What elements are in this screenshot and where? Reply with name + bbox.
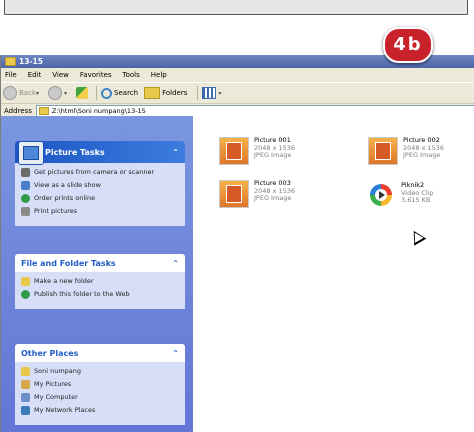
jpeg-thumbnail-icon	[368, 137, 398, 165]
task-publish-web[interactable]: Publish this folder to the Web	[21, 290, 179, 299]
computer-icon	[21, 393, 30, 402]
place-label: My Network Places	[34, 406, 96, 414]
address-path: Z:\html\Soni numpang\13-15	[51, 106, 146, 115]
picture-tasks-title: Picture Tasks	[45, 147, 105, 157]
toolbar-separator	[96, 86, 98, 100]
other-places-panel: Other Places ⌃ Soni numpang My Pictures …	[15, 344, 185, 425]
jpeg-thumbnail-icon	[219, 180, 249, 208]
folder-icon	[38, 106, 49, 115]
other-places-header[interactable]: Other Places ⌃	[15, 344, 185, 362]
place-my-pictures[interactable]: My Pictures	[21, 380, 179, 389]
file-item[interactable]: Piknik2 Video Clip 3,615 KB	[368, 181, 434, 208]
globe-icon	[21, 290, 30, 299]
folder-icon	[21, 367, 30, 376]
file-list: Picture 001 2048 x 1536 JPEG Image Pictu…	[193, 116, 474, 432]
menu-tools[interactable]: Tools	[123, 71, 140, 79]
picture-tasks-panel: Picture Tasks ⌃ Get pictures from camera…	[15, 141, 185, 226]
other-places-title: Other Places	[21, 348, 79, 358]
folders-button[interactable]: Folders	[144, 87, 187, 99]
file-item[interactable]: Picture 003 2048 x 1536 JPEG Image	[219, 179, 295, 208]
task-pane: Picture Tasks ⌃ Get pictures from camera…	[1, 116, 193, 432]
collapse-icon[interactable]: ⌃	[172, 148, 179, 157]
place-label: My Pictures	[34, 380, 72, 388]
new-folder-icon	[21, 277, 30, 286]
menu-favorites[interactable]: Favorites	[80, 71, 112, 79]
collapse-icon[interactable]: ⌃	[172, 349, 179, 358]
task-label: Print pictures	[34, 207, 78, 215]
window-title: 13-15	[19, 57, 43, 66]
place-label: Soni numpang	[34, 367, 82, 375]
file-item[interactable]: Picture 002 2048 x 1536 JPEG Image	[368, 136, 444, 165]
previous-window-strip	[0, 0, 474, 20]
views-button[interactable]: ▾	[202, 87, 224, 99]
task-print-pictures[interactable]: Print pictures	[21, 207, 179, 216]
task-label: Get pictures from camera or scanner	[34, 168, 155, 176]
back-arrow-icon	[3, 86, 17, 100]
menu-view[interactable]: View	[52, 71, 69, 79]
camera-icon	[21, 168, 30, 177]
globe-icon	[21, 194, 30, 203]
network-icon	[21, 406, 30, 415]
folder-icon	[5, 57, 16, 66]
up-folder-icon[interactable]	[76, 87, 89, 99]
place-network[interactable]: My Network Places	[21, 406, 179, 415]
address-field[interactable]: Z:\html\Soni numpang\13-15	[35, 104, 474, 117]
menu-file[interactable]: File	[5, 71, 17, 79]
search-icon	[101, 87, 113, 99]
search-button[interactable]: Search	[101, 87, 139, 99]
printer-icon	[21, 207, 30, 216]
explorer-window: 13-15 File Edit View Favorites Tools Hel…	[0, 55, 474, 432]
file-folder-tasks-panel: File and Folder Tasks ⌃ Make a new folde…	[15, 254, 185, 309]
forward-button[interactable]: ▾	[48, 86, 70, 100]
views-icon	[202, 87, 217, 99]
step-badge: 4b	[383, 27, 433, 63]
task-order-prints[interactable]: Order prints online	[21, 194, 179, 203]
task-slide-show[interactable]: View as a slide show	[21, 181, 179, 190]
file-type: JPEG Image	[254, 151, 292, 159]
task-label: Make a new folder	[34, 277, 94, 285]
place-soni-numpang[interactable]: Soni numpang	[21, 367, 179, 376]
jpeg-thumbnail-icon	[219, 137, 249, 165]
place-my-computer[interactable]: My Computer	[21, 393, 179, 402]
menu-edit[interactable]: Edit	[28, 71, 42, 79]
menu-help[interactable]: Help	[151, 71, 167, 79]
place-label: My Computer	[34, 393, 78, 401]
chevron-down-icon[interactable]: ▾	[218, 90, 221, 97]
folders-label: Folders	[162, 89, 188, 97]
content-area: Picture Tasks ⌃ Get pictures from camera…	[1, 116, 474, 432]
file-item[interactable]: Picture 001 2048 x 1536 JPEG Image	[219, 136, 295, 165]
pictures-icon	[21, 380, 30, 389]
menu-bar: File Edit View Favorites Tools Help	[1, 68, 474, 82]
file-type: JPEG Image	[403, 151, 441, 159]
file-type: JPEG Image	[254, 194, 292, 202]
task-label: Publish this folder to the Web	[34, 290, 130, 298]
toolbar-separator	[197, 86, 199, 100]
picture-tasks-icon	[18, 141, 44, 165]
address-label: Address	[4, 106, 32, 115]
back-button[interactable]: Back ▾	[3, 86, 42, 100]
toolbar: Back ▾ ▾ Search Folders ▾	[1, 82, 474, 104]
file-folder-tasks-title: File and Folder Tasks	[21, 258, 116, 268]
back-label: Back	[19, 89, 36, 97]
slideshow-icon	[21, 181, 30, 190]
collapse-icon[interactable]: ⌃	[172, 259, 179, 268]
search-label: Search	[114, 89, 139, 97]
task-label: View as a slide show	[34, 181, 101, 189]
chevron-down-icon[interactable]: ▾	[64, 90, 67, 97]
chevron-down-icon[interactable]: ▾	[36, 90, 39, 97]
file-size: 3,615 KB	[401, 196, 431, 204]
media-player-icon	[368, 182, 396, 208]
task-get-pictures[interactable]: Get pictures from camera or scanner	[21, 168, 179, 177]
task-new-folder[interactable]: Make a new folder	[21, 277, 179, 286]
forward-arrow-icon	[48, 86, 63, 100]
task-label: Order prints online	[34, 194, 96, 202]
file-folder-tasks-header[interactable]: File and Folder Tasks ⌃	[15, 254, 185, 272]
folders-icon	[144, 87, 161, 99]
